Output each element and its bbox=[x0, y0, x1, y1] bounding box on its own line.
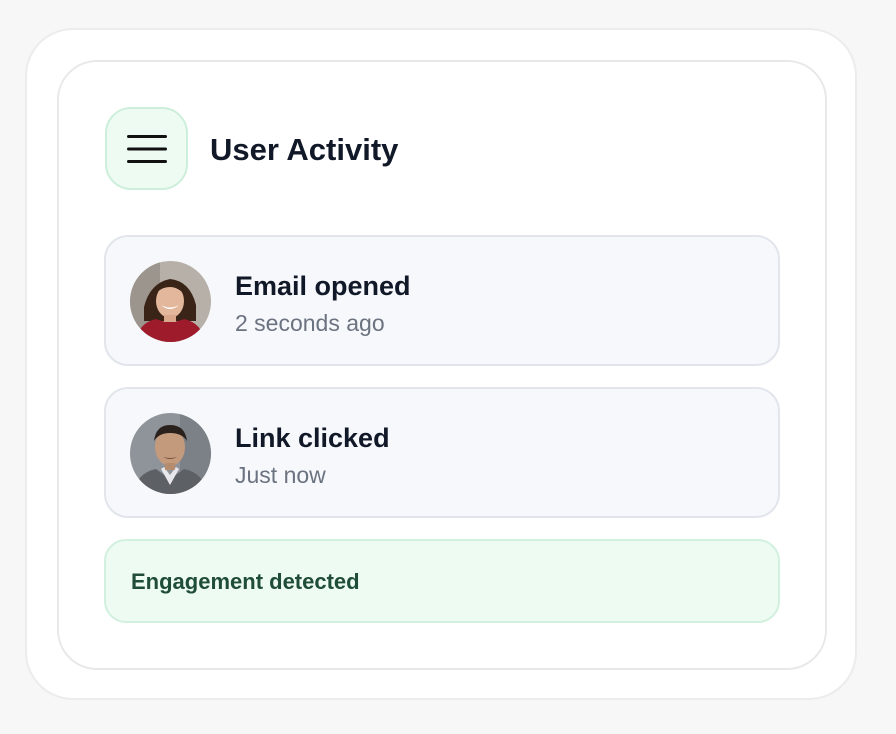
woman-red-sweater-avatar bbox=[130, 261, 211, 342]
menu-button[interactable] bbox=[105, 107, 188, 190]
activity-item[interactable]: Link clicked Just now bbox=[104, 387, 780, 518]
activity-timestamp: 2 seconds ago bbox=[235, 310, 385, 336]
status-text: Engagement detected bbox=[131, 569, 360, 594]
activity-item[interactable]: Email opened 2 seconds ago bbox=[104, 235, 780, 366]
activity-timestamp: Just now bbox=[235, 462, 326, 488]
avatar bbox=[130, 261, 211, 342]
activity-title: Link clicked bbox=[235, 423, 390, 453]
widget-title: User Activity bbox=[210, 132, 399, 167]
status-banner: Engagement detected bbox=[104, 539, 780, 623]
man-gray-jacket-avatar bbox=[130, 413, 211, 494]
hamburger-menu-icon bbox=[126, 134, 167, 163]
activity-title: Email opened bbox=[235, 271, 411, 301]
avatar bbox=[130, 413, 211, 494]
